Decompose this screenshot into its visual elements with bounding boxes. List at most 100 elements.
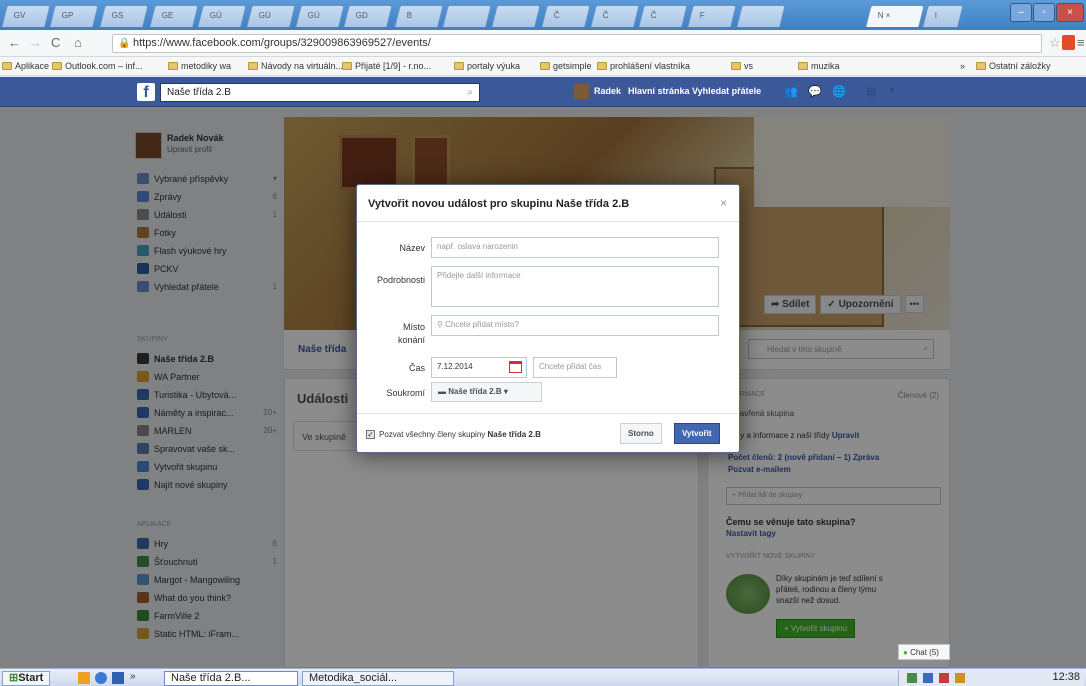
browser-tab[interactable]: Č: [541, 5, 591, 27]
start-button[interactable]: ⊞Start: [2, 671, 51, 686]
event-date-input[interactable]: 7.12.2014: [431, 357, 527, 378]
minimize-button[interactable]: –: [1010, 3, 1032, 22]
bookmark-label: prohlášení vlastníka: [610, 61, 691, 71]
browser-tab[interactable]: GD: [343, 5, 393, 27]
browser-tab[interactable]: GE: [149, 5, 199, 27]
chat-button[interactable]: ● Chat (5): [898, 644, 950, 660]
browser-tab-label: Č: [650, 11, 657, 20]
quicklaunch-icon[interactable]: [95, 672, 107, 684]
browser-tab[interactable]: B: [394, 5, 444, 27]
back-icon[interactable]: ←: [8, 35, 21, 50]
facebook-logo-icon[interactable]: f: [137, 83, 155, 101]
account-menu-icon[interactable]: ▾: [890, 85, 895, 96]
browser-tab-active[interactable]: N ×: [865, 5, 925, 27]
browser-tab-label: GV: [13, 11, 26, 20]
browser-tab[interactable]: [442, 5, 492, 27]
event-place-input[interactable]: ⚲ Chcete přidat místo?: [431, 315, 719, 336]
bookmark-item[interactable]: getsimple: [540, 61, 592, 71]
browser-tab[interactable]: GV: [1, 5, 51, 27]
home-link[interactable]: Hlavní stránka: [628, 86, 690, 96]
user-link[interactable]: Radek: [594, 86, 621, 96]
browser-tab-label: GS: [111, 11, 124, 20]
browser-tab-strip: GV GP GS GE GÚ GÚ GÚ GD B Č Č Č F I N × – ▫ ×: [0, 0, 1086, 30]
place-placeholder: Chcete přidat místo?: [445, 320, 519, 329]
windows-icon: ⊞: [9, 672, 19, 684]
messages-icon[interactable]: 💬: [808, 85, 822, 98]
taskbar-item-doc[interactable]: Metodika_sociál...: [302, 671, 454, 686]
tray-icon[interactable]: [939, 673, 949, 683]
url-input[interactable]: 🔒 https://www.facebook.com/groups/329009…: [112, 34, 1042, 53]
find-friends-link[interactable]: Vyhledat přátele: [692, 86, 761, 96]
friend-requests-icon[interactable]: 👥: [784, 85, 798, 98]
taskbar-more[interactable]: »: [130, 671, 136, 682]
bookmarks-more[interactable]: »: [960, 61, 965, 71]
avatar[interactable]: [574, 84, 589, 99]
cancel-button[interactable]: Storno: [620, 423, 662, 444]
browser-tab[interactable]: Č: [638, 5, 688, 27]
close-window-button[interactable]: ×: [1056, 3, 1084, 22]
chat-label: Chat (5): [910, 648, 939, 657]
home-icon[interactable]: ⌂: [74, 35, 82, 50]
bookmark-item[interactable]: Outlook.com – inf...: [52, 61, 143, 71]
bookmark-item[interactable]: vs: [731, 61, 753, 71]
event-name-input[interactable]: např. oslava narozenin: [431, 237, 719, 258]
folder-icon: [540, 62, 550, 70]
extension-icon[interactable]: [1062, 35, 1075, 50]
event-details-input[interactable]: Přidejte další informace: [431, 266, 719, 307]
details-placeholder: Přidejte další informace: [437, 271, 521, 280]
bookmark-item[interactable]: prohlášení vlastníka: [597, 61, 690, 71]
create-button[interactable]: Vytvořit: [674, 423, 720, 444]
star-icon[interactable]: ☆: [1049, 35, 1061, 51]
privacy-dropdown[interactable]: ▬ Naše třída 2.B ▾: [431, 382, 542, 402]
bookmark-item[interactable]: Návody na virtuáln...: [248, 61, 343, 71]
browser-tab-label: [742, 6, 784, 11]
bookmark-item[interactable]: muzika: [798, 61, 840, 71]
bookmark-item[interactable]: Přijaté [1/9] - r.no...: [342, 61, 431, 71]
bookmarks-other-label: Ostatní záložky: [989, 61, 1051, 71]
tray-icon[interactable]: [907, 673, 917, 683]
event-time-input[interactable]: Chcete přidat čas: [533, 357, 617, 378]
forward-icon[interactable]: →: [29, 35, 42, 50]
taskbar-item-browser[interactable]: Naše třída 2.B...: [164, 671, 298, 686]
place-label-2: konání: [397, 335, 425, 345]
bookmark-label: getsimple: [553, 61, 592, 71]
browser-tab[interactable]: GÚ: [246, 5, 296, 27]
folder-icon: [731, 62, 741, 70]
search-icon[interactable]: ⌕: [467, 87, 473, 98]
calendar-icon[interactable]: [509, 361, 522, 373]
lock-icon: 🔒: [118, 38, 131, 49]
privacy-icon[interactable]: ▤: [866, 85, 876, 98]
bookmark-label: portaly výuka: [467, 61, 521, 71]
browser-tab-label: I: [934, 11, 937, 20]
bookmark-item[interactable]: Aplikace: [2, 61, 49, 71]
tray-icon[interactable]: [923, 673, 933, 683]
browser-tab[interactable]: GÚ: [295, 5, 345, 27]
bookmark-label: Přijaté [1/9] - r.no...: [355, 61, 432, 71]
browser-tab[interactable]: GÚ: [197, 5, 247, 27]
facebook-search-input[interactable]: Naše třída 2.B ⌕: [160, 83, 480, 102]
browser-tab[interactable]: [736, 5, 786, 27]
bookmark-item[interactable]: metodiky wa: [168, 61, 231, 71]
quicklaunch-icon[interactable]: [78, 672, 90, 684]
url-text: https://www.facebook.com/groups/32900986…: [133, 37, 431, 49]
maximize-button[interactable]: ▫: [1033, 3, 1055, 22]
divider: [357, 221, 739, 222]
folder-icon: [454, 62, 464, 70]
browser-tab[interactable]: GP: [49, 5, 99, 27]
invite-all-checkbox[interactable]: ✓: [366, 430, 375, 439]
name-label: Název: [399, 243, 425, 253]
bookmark-item[interactable]: portaly výuka: [454, 61, 520, 71]
browser-tab[interactable]: GS: [99, 5, 149, 27]
browser-tab[interactable]: Č: [590, 5, 640, 27]
notifications-icon[interactable]: 🌐: [832, 85, 846, 98]
quicklaunch-icon[interactable]: [112, 672, 124, 684]
browser-tab[interactable]: I: [922, 5, 964, 27]
browser-tab[interactable]: F: [687, 5, 737, 27]
menu-icon[interactable]: ≡: [1077, 35, 1085, 50]
browser-tab[interactable]: [491, 5, 541, 27]
bookmarks-other[interactable]: Ostatní záložky: [976, 61, 1051, 71]
tray-icon[interactable]: [955, 673, 965, 683]
close-icon[interactable]: ×: [720, 196, 727, 210]
date-value: 7.12.2014: [437, 362, 473, 371]
reload-icon[interactable]: C: [51, 35, 60, 50]
